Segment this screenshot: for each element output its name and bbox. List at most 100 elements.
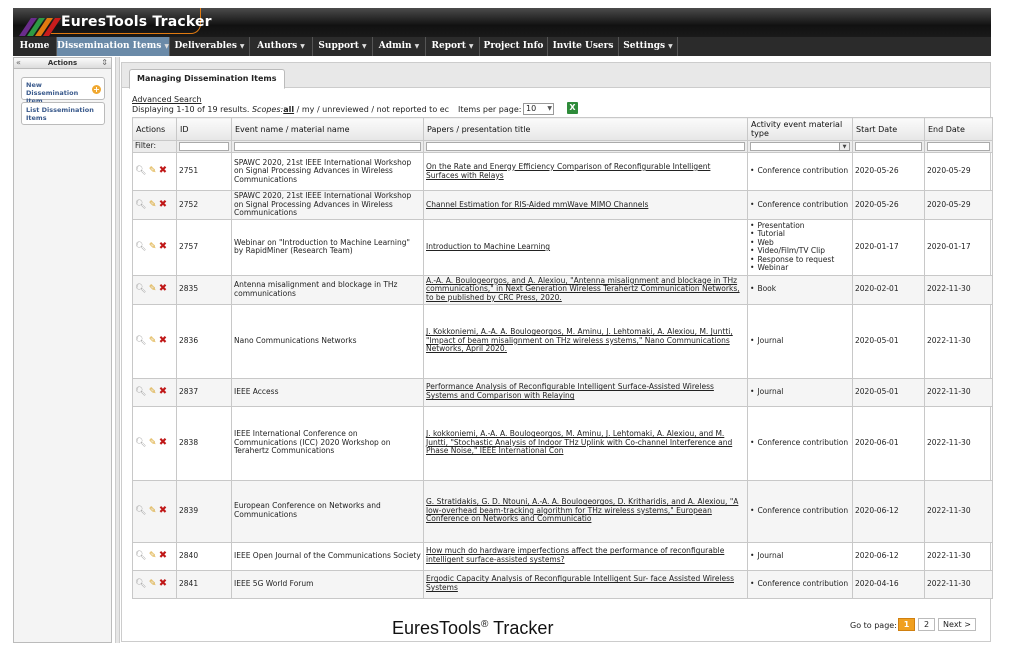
filter-event-input[interactable] [234,142,421,151]
nav-authors[interactable]: Authors ▼ [250,37,313,56]
column-header-actions[interactable]: Actions [132,117,177,141]
row-paper-link[interactable]: A.-A. A. Boulogeorgos, and A. Alexiou, "… [426,276,740,302]
row-paper-link[interactable]: Channel Estimation for RIS-Aided mmWave … [426,200,648,209]
row-paper-link[interactable]: How much do hardware imperfections affec… [426,546,724,564]
table-row[interactable]: 🔍︎ ✎ ✖ 2836 Nano Communications Networks J.… [132,303,993,379]
row-paper-link[interactable]: On the Rate and Energy Efficiency Compar… [426,162,710,180]
filter-start-date-input[interactable] [855,142,922,151]
scope-links[interactable]: / my / unreviewed / not reported to ec [294,105,449,114]
advanced-search-link[interactable]: Advanced Search [132,95,202,104]
row-end-date: 2022-11-30 [924,377,993,407]
view-icon[interactable]: 🔍︎ [135,336,146,346]
row-start-date: 2020-05-26 [852,152,925,191]
delete-icon[interactable]: ✖ [159,241,167,252]
tab-managing-dissemination-items[interactable]: Managing Dissemination Items [129,69,285,89]
nav-report[interactable]: Report ▼ [426,37,480,56]
column-header-paper-title[interactable]: Papers / presentation title [423,117,748,141]
row-paper-link[interactable]: J. kokkoniemi, A.-A. A. Boulogeorgos, M.… [426,429,732,455]
view-icon[interactable]: 🔍︎ [135,438,146,448]
column-header-end-date[interactable]: End Date [924,117,993,141]
edit-pencil-icon[interactable]: ✎ [149,506,157,516]
column-header-start-date[interactable]: Start Date [852,117,925,141]
edit-pencil-icon[interactable]: ✎ [149,200,157,210]
items-per-page-select[interactable]: 10 ▼ [523,103,554,115]
table-row[interactable]: 🔍︎ ✎ ✖ 2752 SPAWC 2020, 21st IEEE Internat… [132,190,993,220]
delete-icon[interactable]: ✖ [159,283,167,294]
row-type: Conference contribution [747,152,853,191]
edit-pencil-icon[interactable]: ✎ [149,284,157,294]
view-icon[interactable]: 🔍︎ [135,506,146,516]
delete-icon[interactable]: ✖ [159,165,167,176]
pin-icon[interactable]: ⇕ [101,58,108,67]
nav-invite-users[interactable]: Invite Users [548,37,619,56]
view-icon[interactable]: 🔍︎ [135,579,146,589]
page-button-2[interactable]: 2 [918,618,935,631]
nav-dissemination-items[interactable]: Dissemination Items ▼ [57,37,170,56]
delete-icon[interactable]: ✖ [159,578,167,589]
scope-all-link[interactable]: all [283,105,294,114]
column-header-id[interactable]: ID [176,117,232,141]
list-dissemination-items-button[interactable]: List Dissemination Items [21,102,105,125]
delete-icon[interactable]: ✖ [159,386,167,397]
list-items-label: List Dissemination Items [26,106,94,122]
nav-label: Report [431,41,466,51]
view-icon[interactable]: 🔍︎ [135,387,146,397]
edit-pencil-icon[interactable]: ✎ [149,579,157,589]
table-row[interactable]: 🔍︎ ✎ ✖ 2840 IEEE Open Journal of the Commu… [132,541,993,571]
delete-icon[interactable]: ✖ [159,199,167,210]
delete-icon[interactable]: ✖ [159,335,167,346]
delete-icon[interactable]: ✖ [159,437,167,448]
table-row[interactable]: 🔍︎ ✎ ✖ 2839 European Conference on Network… [132,479,993,543]
filter-paper-input[interactable] [426,142,745,151]
chevron-down-icon: ▼ [547,105,552,112]
delete-icon[interactable]: ✖ [159,550,167,561]
nav-support[interactable]: Support ▼ [313,37,373,56]
row-paper-link[interactable]: Performance Analysis of Reconfigurable I… [426,382,714,400]
nav-project-info[interactable]: Project Info [480,37,548,56]
filter-end-date-input[interactable] [927,142,990,151]
row-actions: 🔍︎ ✎ ✖ [132,541,177,571]
view-icon[interactable]: 🔍︎ [135,284,146,294]
page-button-1[interactable]: 1 [898,618,915,631]
row-type: PresentationTutorialWebVideo/Film/TV Cli… [747,218,853,276]
edit-pencil-icon[interactable]: ✎ [149,336,157,346]
nav-admin[interactable]: Admin ▼ [373,37,426,56]
edit-pencil-icon[interactable]: ✎ [149,166,157,176]
sidebar-splitter[interactable] [115,57,120,643]
excel-export-icon[interactable]: X [567,102,578,114]
filter-type-select[interactable] [750,142,850,151]
row-paper-link[interactable]: Introduction to Machine Learning [426,242,550,251]
nav-deliverables[interactable]: Deliverables ▼ [170,37,250,56]
table-row[interactable]: 🔍︎ ✎ ✖ 2841 IEEE 5G World Forum Ergodic Cap… [132,569,993,599]
edit-pencil-icon[interactable]: ✎ [149,438,157,448]
row-event-name: IEEE Open Journal of the Communications … [231,541,424,571]
nav-home[interactable]: Home [13,37,57,56]
edit-pencil-icon[interactable]: ✎ [149,242,157,252]
next-page-button[interactable]: Next > [938,618,976,631]
row-paper-link[interactable]: Ergodic Capacity Analysis of Reconfigura… [426,574,734,592]
items-per-page-label: Items per page: [458,105,522,114]
table-row[interactable]: 🔍︎ ✎ ✖ 2757 Webinar on "Introduction to Ma… [132,218,993,276]
filter-label: Filter: [132,140,177,153]
row-start-date: 2020-01-17 [852,218,925,276]
new-dissemination-item-button[interactable]: New Dissemination Item + [21,77,105,105]
filter-id-input[interactable] [179,142,229,151]
row-paper-link[interactable]: G. Stratidakis, G. D. Ntouni, A.-A. A. B… [426,497,738,523]
edit-pencil-icon[interactable]: ✎ [149,551,157,561]
edit-pencil-icon[interactable]: ✎ [149,387,157,397]
view-icon[interactable]: 🔍︎ [135,551,146,561]
column-header-type[interactable]: Activity event material type [747,117,853,141]
nav-label: Dissemination Items [57,41,162,51]
view-icon[interactable]: 🔍︎ [135,242,146,252]
table-row[interactable]: 🔍︎ ✎ ✖ 2751 SPAWC 2020, 21st IEEE Internat… [132,152,993,191]
row-actions: 🔍︎ ✎ ✖ [132,405,177,481]
row-paper-link[interactable]: J. Kokkoniemi, A.-A. A. Boulogeorgos, M.… [426,327,733,353]
column-header-event-name[interactable]: Event name / material name [231,117,424,141]
table-row[interactable]: 🔍︎ ✎ ✖ 2835 Antenna misalignment and block… [132,274,993,305]
table-row[interactable]: 🔍︎ ✎ ✖ 2837 IEEE Access Performance Analysi… [132,377,993,407]
delete-icon[interactable]: ✖ [159,505,167,516]
view-icon[interactable]: 🔍︎ [135,166,146,176]
nav-settings[interactable]: Settings ▼ [619,37,678,56]
table-row[interactable]: 🔍︎ ✎ ✖ 2838 IEEE International Conference … [132,405,993,481]
view-icon[interactable]: 🔍︎ [135,200,146,210]
